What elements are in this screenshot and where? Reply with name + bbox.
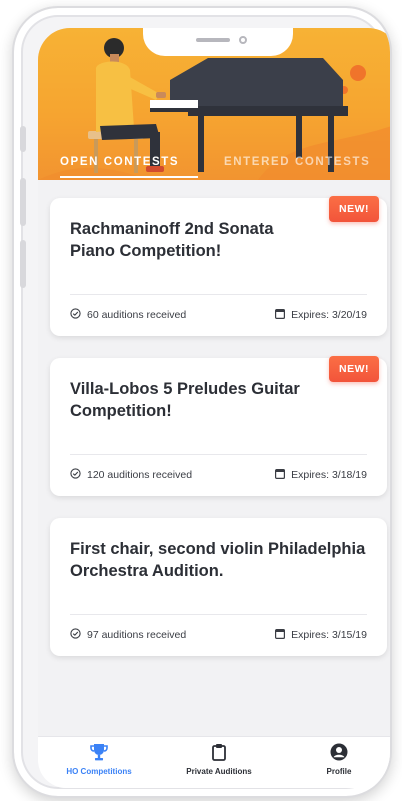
volume-up-button <box>20 178 26 226</box>
camera-icon <box>239 36 247 44</box>
nav-private-auditions[interactable]: Private Auditions <box>164 743 274 776</box>
card-divider <box>70 294 367 295</box>
new-badge: NEW! <box>329 196 379 222</box>
contest-tabs: OPEN CONTESTS ENTERED CONTESTS <box>38 152 390 180</box>
card-divider <box>70 454 367 455</box>
auditions-count: 60 auditions received <box>70 308 186 322</box>
check-circle-icon <box>70 628 81 642</box>
contest-list[interactable]: NEW! Rachmaninoff 2nd Sonata Piano Compe… <box>38 180 390 736</box>
nav-label: Private Auditions <box>186 767 252 776</box>
expires-label: Expires: 3/15/19 <box>291 629 367 641</box>
new-badge: NEW! <box>329 356 379 382</box>
auditions-label: 120 auditions received <box>87 469 193 481</box>
profile-icon <box>284 743 390 761</box>
nav-competitions[interactable]: HO Competitions <box>44 743 154 776</box>
contest-title: Rachmaninoff 2nd Sonata Piano Competitio… <box>70 220 274 260</box>
auditions-count: 120 auditions received <box>70 468 192 482</box>
card-divider <box>70 614 367 615</box>
expires-label: Expires: 3/18/19 <box>291 469 367 481</box>
expiry-date: Expires: 3/15/19 <box>275 628 367 642</box>
bottom-navigation: HO Competitions Private Auditions Profil… <box>38 736 390 788</box>
contest-card[interactable]: First chair, second violin Philadelphia … <box>50 518 387 656</box>
nav-label: HO Competitions <box>66 767 132 776</box>
check-circle-icon <box>70 308 81 322</box>
trophy-icon <box>44 743 154 761</box>
auditions-label: 97 auditions received <box>87 629 187 641</box>
device-notch <box>143 28 293 56</box>
contest-card[interactable]: NEW! Rachmaninoff 2nd Sonata Piano Compe… <box>50 196 387 336</box>
tab-entered-contests[interactable]: ENTERED CONTESTS <box>224 156 370 168</box>
contest-title: Villa-Lobos 5 Preludes Guitar Competitio… <box>70 380 300 420</box>
app-screen: OPEN CONTESTS ENTERED CONTESTS NEW! Rach… <box>38 28 390 788</box>
mute-switch <box>20 126 26 152</box>
auditions-label: 60 auditions received <box>87 309 187 321</box>
check-circle-icon <box>70 468 81 482</box>
clipboard-icon <box>164 743 274 761</box>
speaker-grille <box>196 38 230 42</box>
auditions-count: 97 auditions received <box>70 628 186 642</box>
expiry-date: Expires: 3/20/19 <box>275 308 367 322</box>
nav-label: Profile <box>326 767 352 776</box>
expires-label: Expires: 3/20/19 <box>291 309 367 321</box>
calendar-icon <box>275 628 286 642</box>
volume-down-button <box>20 240 26 288</box>
contest-card[interactable]: NEW! Villa-Lobos 5 Preludes Guitar Compe… <box>50 356 387 496</box>
expiry-date: Expires: 3/18/19 <box>275 468 367 482</box>
nav-profile[interactable]: Profile <box>284 743 390 776</box>
active-tab-indicator <box>60 176 198 178</box>
tab-open-contests[interactable]: OPEN CONTESTS <box>60 156 179 168</box>
calendar-icon <box>275 468 286 482</box>
contest-title: First chair, second violin Philadelphia … <box>70 540 366 580</box>
header-banner: OPEN CONTESTS ENTERED CONTESTS <box>38 28 390 180</box>
phone-frame: OPEN CONTESTS ENTERED CONTESTS NEW! Rach… <box>12 6 392 798</box>
calendar-icon <box>275 308 286 322</box>
